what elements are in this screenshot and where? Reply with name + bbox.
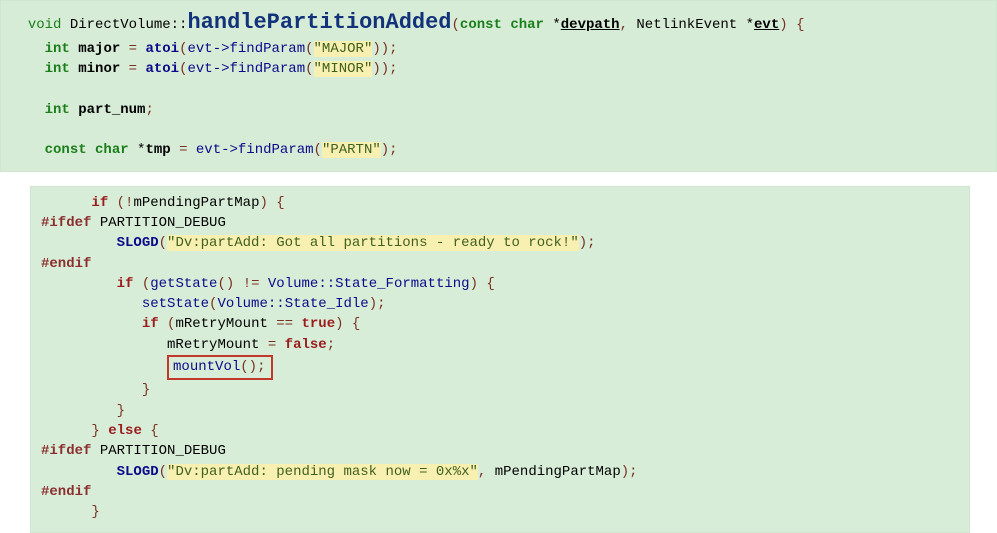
enum-state-idle: State_Idle — [285, 296, 369, 312]
keyword-if: if — [91, 195, 108, 211]
code-block-1: void DirectVolume::handlePartitionAdded(… — [0, 0, 997, 172]
var-partnum: part_num — [78, 102, 145, 118]
param-evt: evt — [754, 17, 779, 33]
keyword-else: else — [108, 423, 142, 439]
keyword-char: char — [510, 17, 544, 33]
preproc-ifdef: #ifdef — [41, 215, 91, 231]
enum-state-formatting: State_Formatting — [335, 276, 469, 292]
function-name: handlePartitionAdded — [187, 10, 451, 35]
call-findparam: findParam — [230, 41, 306, 57]
call-getstate: getState — [150, 276, 217, 292]
code-block-2: if (!mPendingPartMap) { #ifdef PARTITION… — [30, 186, 970, 533]
string-minor: "MINOR" — [314, 61, 373, 77]
highlight-box: mountVol(); — [167, 355, 273, 380]
string-partn: "PARTN" — [322, 142, 381, 158]
var-mretrymount: mRetryMount — [175, 316, 267, 332]
string-gotall: "Dv:partAdd: Got all partitions - ready … — [167, 235, 579, 251]
param-devpath: devpath — [561, 17, 620, 33]
var-tmp: tmp — [145, 142, 170, 158]
keyword-const: const — [460, 17, 502, 33]
keyword-false: false — [285, 337, 327, 353]
var-minor: minor — [78, 61, 120, 77]
class-name: DirectVolume — [70, 17, 171, 33]
keyword-true: true — [302, 316, 336, 332]
call-atoi: atoi — [145, 41, 179, 57]
string-major: "MAJOR" — [314, 41, 373, 57]
macro-partition-debug: PARTITION_DEBUG — [100, 215, 226, 231]
var-major: major — [78, 41, 120, 57]
keyword-void: void — [28, 17, 62, 33]
keyword-int: int — [45, 41, 70, 57]
class-volume: Volume — [268, 276, 318, 292]
preproc-endif: #endif — [41, 256, 91, 272]
call-mountvol: mountVol — [173, 359, 240, 375]
var-mpendingpartmap: mPendingPartMap — [133, 195, 259, 211]
call-slogd: SLOGD — [117, 235, 159, 251]
call-setstate: setState — [142, 296, 209, 312]
string-pendingmask: "Dv:partAdd: pending mask now = 0x%x" — [167, 464, 478, 480]
type-netlinkevent: NetlinkEvent — [636, 17, 737, 33]
